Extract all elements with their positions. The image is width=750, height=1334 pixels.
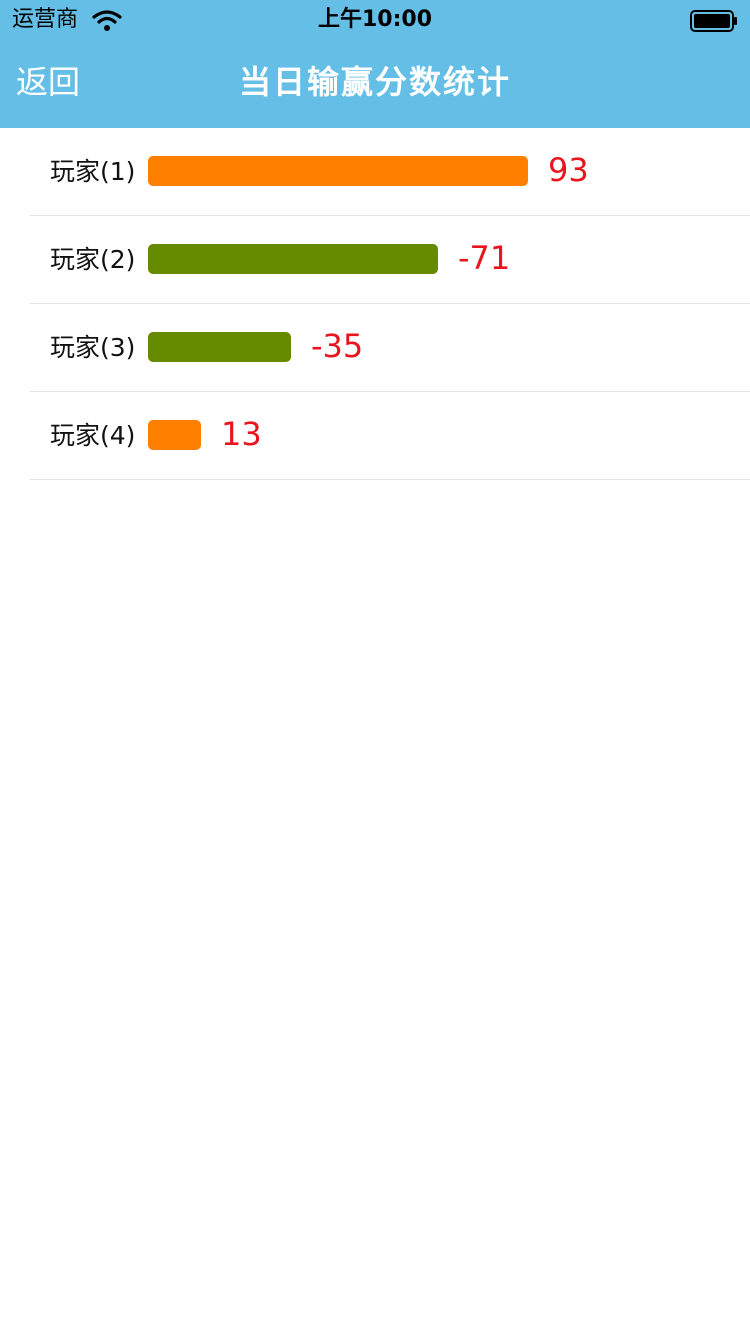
category-label: 玩家(2)	[50, 245, 136, 274]
data-label: -71	[458, 239, 511, 277]
score-bar-chart: 玩家(1) 93 玩家(2) -71 玩家(3) -35 玩家(4) 13	[0, 128, 750, 480]
chart-row: 玩家(1) 93	[30, 128, 750, 216]
bar	[148, 156, 528, 186]
battery-icon	[690, 10, 737, 32]
bar	[148, 244, 438, 274]
chart-row: 玩家(2) -71	[30, 216, 750, 304]
chart-row: 玩家(3) -35	[30, 304, 750, 392]
data-label: 13	[221, 415, 262, 453]
navigation-bar: 返回 当日输赢分数统计	[0, 40, 750, 128]
chart-row: 玩家(4) 13	[30, 392, 750, 480]
category-label: 玩家(3)	[50, 333, 136, 362]
category-label: 玩家(4)	[50, 421, 136, 450]
bar	[148, 420, 201, 450]
page-title: 当日输赢分数统计	[238, 63, 511, 101]
bar	[148, 332, 291, 362]
data-label: 93	[548, 151, 589, 189]
data-label: -35	[311, 327, 364, 365]
status-bar: 运营商 上午10:00	[0, 0, 750, 40]
category-label: 玩家(1)	[50, 157, 136, 186]
status-time: 上午10:00	[317, 7, 433, 32]
